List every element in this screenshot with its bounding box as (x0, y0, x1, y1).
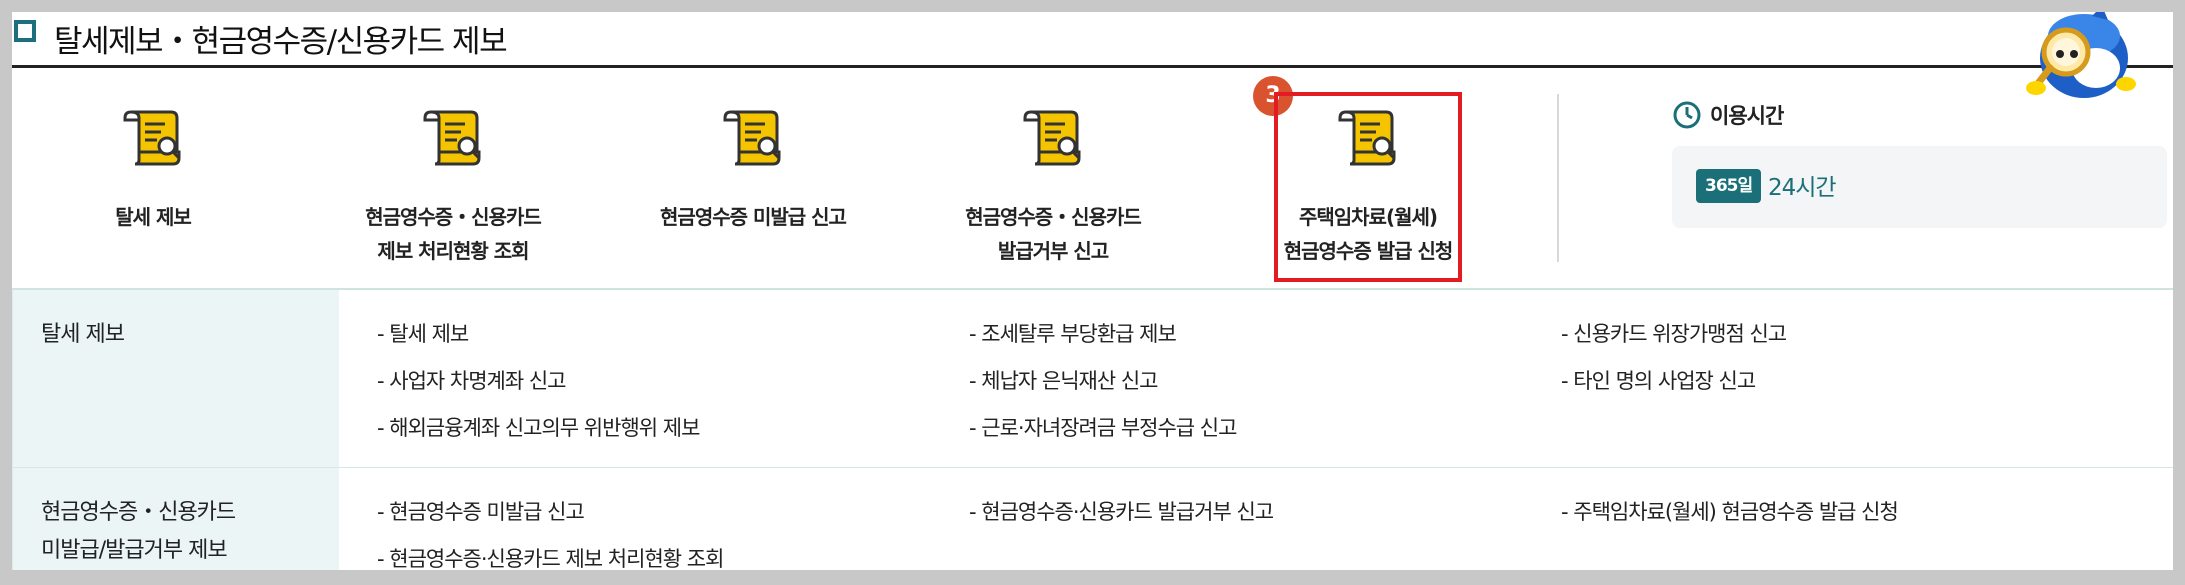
link-borrowed-name-account-report[interactable]: - 사업자 차명계좌 신고 (377, 365, 566, 395)
menu-item-label: 탈세 제보 (115, 205, 192, 229)
menu-item-tax-evasion-report[interactable]: 탈세 제보 (28, 104, 278, 234)
clock-icon (1673, 101, 1701, 129)
link-improper-refund-report[interactable]: - 조세탈루 부당환급 제보 (969, 318, 1177, 348)
menu-item-label: 주택임차료(월세) 현금영수증 발급 신청 (1283, 205, 1454, 263)
link-hidden-assets-report[interactable]: - 체납자 은닉재산 신고 (969, 365, 1158, 395)
menu-item-cash-receipt-non-issuance[interactable]: 현금영수증 미발급 신고 (628, 104, 878, 234)
link-issuance-refusal[interactable]: - 현금영수증·신용카드 발급거부 신고 (969, 496, 1274, 526)
menu-item-label: 현금영수증・신용카드 발급거부 신고 (965, 205, 1142, 263)
service-time-label: 이용시간 (1710, 104, 1784, 128)
service-time-heading: 이용시간 (1672, 100, 1784, 130)
category-table: 탈세 제보 - 탈세 제보 - 조세탈루 부당환급 제보 - 신용카드 위장가맹… (12, 288, 2173, 570)
link-tax-evasion-report[interactable]: - 탈세 제보 (377, 318, 469, 348)
link-other-name-business-report[interactable]: - 타인 명의 사업장 신고 (1561, 365, 1756, 395)
document-search-icon (1023, 110, 1081, 166)
link-incentive-fraud-report[interactable]: - 근로·자녀장려금 부정수급 신고 (969, 412, 1237, 442)
link-rent-cash-receipt-request[interactable]: - 주택임차료(월세) 현금영수증 발급 신청 (1561, 496, 1899, 526)
row-header: 탈세 제보 (13, 290, 339, 467)
divider (1557, 94, 1559, 262)
table-row-cash-receipt: 현금영수증・신용카드 미발급/발급거부 제보 - 현금영수증 미발급 신고 - … (13, 468, 2173, 570)
hours-text: 24시간 (1768, 175, 1837, 201)
menu-item-label: 현금영수증 미발급 신고 (660, 205, 847, 229)
link-fake-card-merchant-report[interactable]: - 신용카드 위장가맹점 신고 (1561, 318, 1787, 348)
document-search-icon (123, 110, 181, 166)
page-header: 탈세제보・현금영수증/신용카드 제보 (12, 12, 2173, 68)
document-search-icon (723, 110, 781, 166)
document-search-icon (1338, 110, 1396, 166)
menu-item-label: 현금영수증・신용카드 제보 처리현황 조회 (365, 205, 542, 263)
menu-item-report-status-inquiry[interactable]: 현금영수증・신용카드 제보 처리현황 조회 (328, 104, 578, 268)
link-report-status-inquiry[interactable]: - 현금영수증·신용카드 제보 처리현황 조회 (377, 543, 724, 570)
days-badge: 365일 (1696, 169, 1762, 203)
table-row-tax-evasion: 탈세 제보 - 탈세 제보 - 조세탈루 부당환급 제보 - 신용카드 위장가맹… (13, 290, 2173, 468)
row-header: 현금영수증・신용카드 미발급/발급거부 제보 (13, 468, 339, 570)
mascot-magnifier-icon (2026, 12, 2136, 98)
document-search-icon (423, 110, 481, 166)
page-title: 탈세제보・현금영수증/신용카드 제보 (54, 24, 508, 60)
link-cash-receipt-non-issuance[interactable]: - 현금영수증 미발급 신고 (377, 496, 585, 526)
menu-item-rent-cash-receipt-request[interactable]: 주택임차료(월세) 현금영수증 발급 신청 (1243, 104, 1493, 268)
service-time-box: 365일 24시간 (1672, 146, 2167, 228)
menu-item-issuance-refusal-report[interactable]: 현금영수증・신용카드 발급거부 신고 (928, 104, 1178, 268)
square-bullet-icon (14, 20, 42, 48)
row-links: - 현금영수증 미발급 신고 - 현금영수증·신용카드 발급거부 신고 - 주택… (339, 468, 2173, 570)
row-links: - 탈세 제보 - 조세탈루 부당환급 제보 - 신용카드 위장가맹점 신고 -… (339, 290, 2173, 467)
page: 탈세제보・현금영수증/신용카드 제보 3 탈세 제보 현금영수증・신용카드 제보… (12, 12, 2173, 570)
link-overseas-account-violation-report[interactable]: - 해외금융계좌 신고의무 위반행위 제보 (377, 412, 700, 442)
